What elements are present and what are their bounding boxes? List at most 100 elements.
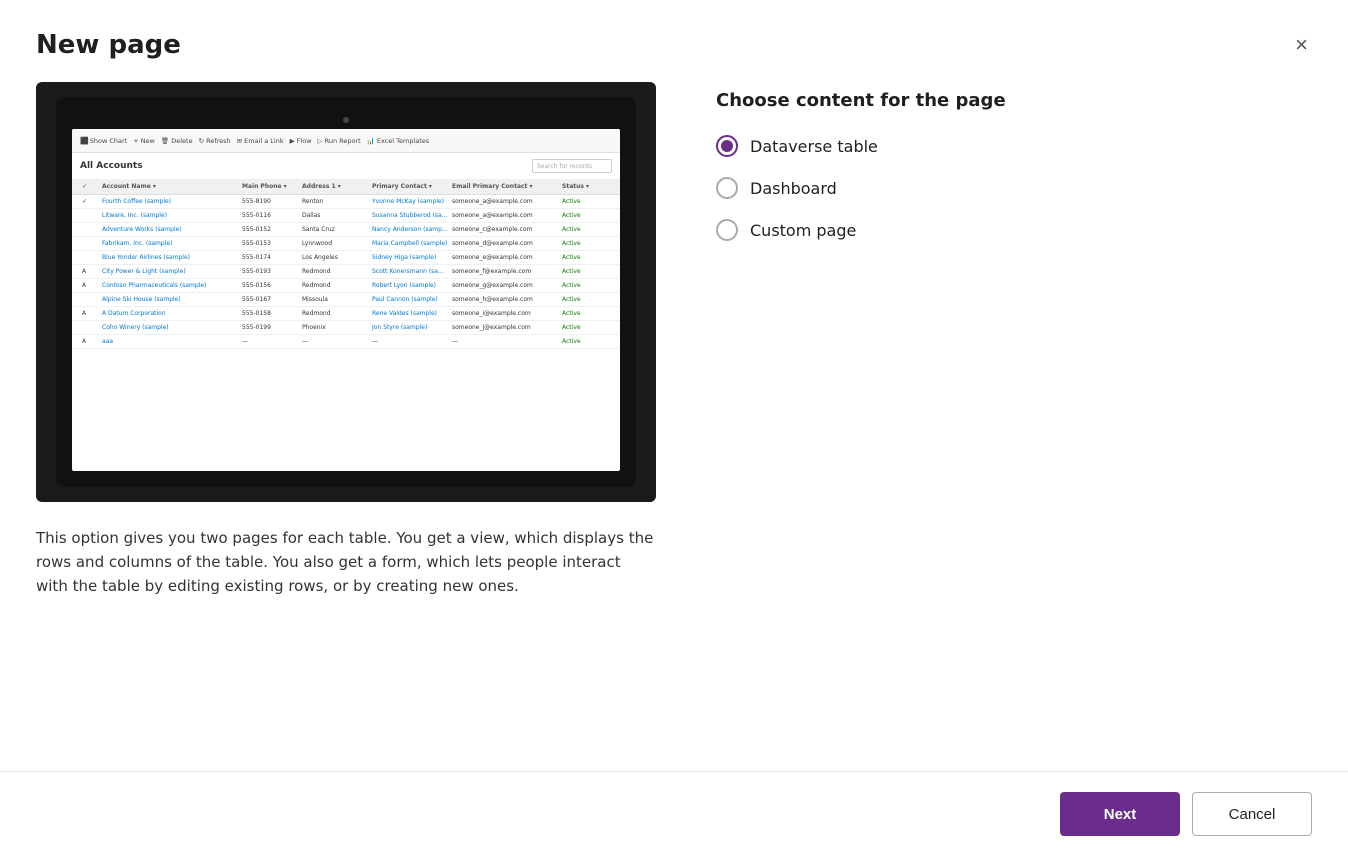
radio-group: Dataverse table Dashboard Custom page xyxy=(716,135,1312,241)
row-check: A xyxy=(80,279,100,292)
table-row: A Contoso Pharmaceuticals (sample) 555-0… xyxy=(72,279,620,293)
row-address: Santa Cruz xyxy=(300,223,370,236)
row-phone: 555-0174 xyxy=(240,251,300,264)
row-status: Active xyxy=(560,265,600,278)
row-check: ✓ xyxy=(80,195,100,208)
row-phone: 555-0156 xyxy=(240,279,300,292)
row-account: Fabrikam, Inc. (sample) xyxy=(100,237,240,250)
next-button[interactable]: Next xyxy=(1060,792,1180,836)
row-email: someone_f@example.com xyxy=(450,265,560,278)
row-status: Active xyxy=(560,293,600,306)
close-button[interactable]: × xyxy=(1291,28,1312,62)
table-row: Coho Winery (sample) 555-0199 Phoenix Jo… xyxy=(72,321,620,335)
col-check: ✓ xyxy=(80,181,100,192)
row-address: Los Angeles xyxy=(300,251,370,264)
screen-toolbar: ⬛ Show Chart + New 🗑 Delete ↻ Refresh ✉ … xyxy=(72,129,620,153)
row-check xyxy=(80,227,100,233)
row-address: Phoenix xyxy=(300,321,370,334)
row-phone: 555-0158 xyxy=(240,307,300,320)
row-email: someone_i@example.com xyxy=(450,307,560,320)
toolbar-item-email: ✉ Email a Link xyxy=(237,137,284,145)
table-row: A aaa — — — — Active xyxy=(72,335,620,349)
table-row: Blue Yonder Airlines (sample) 555-0174 L… xyxy=(72,251,620,265)
radio-option-dataverse[interactable]: Dataverse table xyxy=(716,135,1312,157)
table-row: Litware, Inc. (sample) 555-0116 Dallas S… xyxy=(72,209,620,223)
row-contact: Maria Campbell (sample) xyxy=(370,237,450,250)
row-address: Lynnwood xyxy=(300,237,370,250)
row-check: A xyxy=(80,265,100,278)
table-row: Adventure Works (sample) 555-0152 Santa … xyxy=(72,223,620,237)
row-account: Coho Winery (sample) xyxy=(100,321,240,334)
row-account: A Datum Corporation xyxy=(100,307,240,320)
row-phone: 555-0116 xyxy=(240,209,300,222)
row-status: Active xyxy=(560,321,600,334)
dialog-body: ⬛ Show Chart + New 🗑 Delete ↻ Refresh ✉ … xyxy=(0,82,1348,771)
search-box[interactable]: Search for records xyxy=(532,159,612,173)
cancel-button[interactable]: Cancel xyxy=(1192,792,1312,836)
row-address: Dallas xyxy=(300,209,370,222)
table-row: Alpine Ski House (sample) 555-0167 Misso… xyxy=(72,293,620,307)
table-row: A City Power & Light (sample) 555-0193 R… xyxy=(72,265,620,279)
row-account: Blue Yonder Airlines (sample) xyxy=(100,251,240,264)
col-email: Email Primary Contact ▾ xyxy=(450,181,560,192)
row-check xyxy=(80,241,100,247)
radio-option-custom[interactable]: Custom page xyxy=(716,219,1312,241)
table-row: Fabrikam, Inc. (sample) 555-0153 Lynnwoo… xyxy=(72,237,620,251)
radio-circle-dataverse xyxy=(716,135,738,157)
new-page-dialog: New page × ⬛ Show Chart xyxy=(0,0,1348,856)
row-phone: 555-8190 xyxy=(240,195,300,208)
row-email: someone_a@example.com xyxy=(450,195,560,208)
row-phone: 555-0199 xyxy=(240,321,300,334)
row-status: Active xyxy=(560,195,600,208)
row-address: Redmond xyxy=(300,265,370,278)
row-account: Contoso Pharmaceuticals (sample) xyxy=(100,279,240,292)
description-text: This option gives you two pages for each… xyxy=(36,526,656,598)
table-title: All Accounts xyxy=(80,161,143,171)
table-row: ✓ Fourth Coffee (sample) 555-8190 Renton… xyxy=(72,195,620,209)
col-address: Address 1 ▾ xyxy=(300,181,370,192)
row-check xyxy=(80,213,100,219)
radio-label-dashboard: Dashboard xyxy=(750,179,837,198)
toolbar-item-excel: 📊 Excel Templates xyxy=(367,137,430,145)
row-contact: Susanna Stubberod (sam...) xyxy=(370,209,450,222)
screen-header: All Accounts Search for records xyxy=(72,153,620,179)
radio-circle-dashboard xyxy=(716,177,738,199)
dialog-footer: Next Cancel xyxy=(0,771,1348,856)
dialog-header: New page × xyxy=(0,0,1348,82)
row-address: Renton xyxy=(300,195,370,208)
row-check: A xyxy=(80,307,100,320)
row-email: someone_d@example.com xyxy=(450,237,560,250)
right-panel: Choose content for the page Dataverse ta… xyxy=(716,82,1312,771)
camera-dot xyxy=(343,117,349,123)
col-phone: Main Phone ▾ xyxy=(240,181,300,192)
row-email: someone_h@example.com xyxy=(450,293,560,306)
toolbar-item-delete: 🗑 Delete xyxy=(161,137,193,145)
row-email: someone_g@example.com xyxy=(450,279,560,292)
radio-option-dashboard[interactable]: Dashboard xyxy=(716,177,1312,199)
search-placeholder: Search for records xyxy=(537,163,592,170)
row-contact: Yvonne McKay (sample) xyxy=(370,195,450,208)
row-check xyxy=(80,325,100,331)
row-contact: Jon Styre (sample) xyxy=(370,321,450,334)
row-email: someone_j@example.com xyxy=(450,321,560,334)
row-account: Alpine Ski House (sample) xyxy=(100,293,240,306)
row-status: Active xyxy=(560,237,600,250)
toolbar-mini: ⬛ Show Chart + New 🗑 Delete ↻ Refresh ✉ … xyxy=(80,137,429,145)
row-account: Adventure Works (sample) xyxy=(100,223,240,236)
row-phone: — xyxy=(240,335,300,348)
row-address: — xyxy=(300,335,370,348)
row-status: Active xyxy=(560,209,600,222)
toolbar-item-new: + New xyxy=(133,137,155,145)
table-body: ✓ Fourth Coffee (sample) 555-8190 Renton… xyxy=(72,195,620,471)
row-email: someone_a@example.com xyxy=(450,209,560,222)
row-check xyxy=(80,255,100,261)
row-contact: Scott Konersmann (samp...) xyxy=(370,265,450,278)
table-row: A A Datum Corporation 555-0158 Redmond R… xyxy=(72,307,620,321)
row-contact: — xyxy=(370,335,450,348)
col-account: Account Name ▾ xyxy=(100,181,240,192)
row-status: Active xyxy=(560,223,600,236)
table-column-headers: ✓ Account Name ▾ Main Phone ▾ Address 1 … xyxy=(72,179,620,195)
row-account: Litware, Inc. (sample) xyxy=(100,209,240,222)
row-address: Redmond xyxy=(300,279,370,292)
row-status: Active xyxy=(560,251,600,264)
